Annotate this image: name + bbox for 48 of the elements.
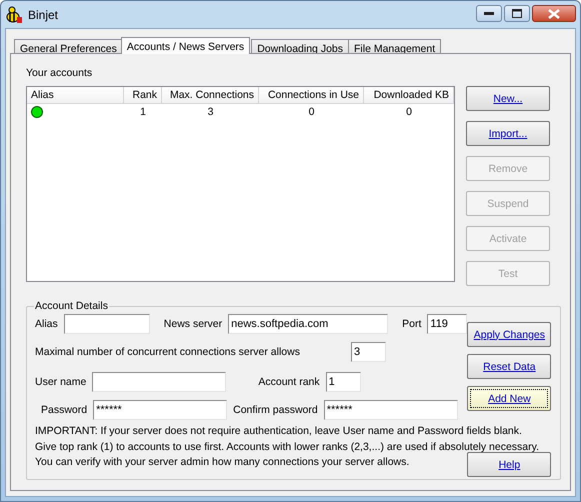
account-button[interactable]: Import... (466, 121, 550, 146)
details-button[interactable]: Apply Changes (467, 322, 552, 347)
field-label: User name (35, 376, 86, 388)
details-button[interactable]: Reset Data (467, 354, 552, 379)
column-header[interactable]: Connections in Use (259, 87, 364, 104)
column-header[interactable]: Max. Connections (162, 87, 259, 104)
close-button[interactable] (532, 5, 576, 22)
news-server-field[interactable]: news.softpedia.com (228, 314, 388, 334)
field-label: News server (164, 318, 222, 330)
notice-text: Give top rank (1) to accounts to use first. Accounts with lower ranks (2,3,...) are used if absolutely necessary. (35, 440, 540, 454)
details-button[interactable]: Add New (467, 386, 552, 411)
tab[interactable]: File Management (348, 39, 442, 53)
tab[interactable]: Accounts / News Servers (120, 37, 250, 54)
section-label: Your accounts (26, 67, 92, 79)
tab[interactable]: Downloading Jobs (251, 39, 349, 53)
window-title: Binjet (28, 8, 58, 22)
table-cell-text: 0 (405, 106, 413, 118)
bee-icon (5, 6, 23, 24)
table-cell-text: 0 (308, 106, 316, 118)
column-header[interactable]: Alias (27, 87, 124, 104)
field-label: Account rank (258, 376, 320, 388)
table-cell-text: 3 (206, 106, 214, 118)
close-icon (548, 8, 560, 18)
minimize-button[interactable] (476, 5, 502, 22)
column-header[interactable]: Rank (124, 87, 162, 104)
notice-text: You can verify with your server admin how many connections your server allows. (35, 455, 410, 470)
field-label: Password (41, 404, 88, 416)
field-label: Alias (35, 318, 58, 330)
notice-text: IMPORTANT: If your server does not require authentication, leave User name and Password fields blank. (35, 424, 523, 439)
field-label: Confirm password (233, 404, 318, 416)
account-rank-field[interactable]: 1 (326, 372, 361, 392)
group-title: Account Details (34, 300, 109, 312)
field-label: Port (402, 318, 422, 330)
column-header[interactable]: Downloaded KB (364, 87, 454, 104)
field-label: Maximal number of concurrent connections server allows (35, 346, 300, 358)
table-cell-text: 1 (139, 106, 147, 118)
maximize-icon (512, 9, 522, 18)
confirm-password-field[interactable]: ****** (324, 400, 458, 420)
port-field[interactable]: 119 (427, 314, 468, 334)
tab[interactable]: General Preferences (14, 39, 123, 53)
alias-field[interactable] (64, 314, 150, 334)
max-connections-field[interactable]: 3 (350, 342, 386, 362)
password-field[interactable]: ****** (93, 400, 228, 420)
user-name-field[interactable] (92, 372, 226, 392)
maximize-button[interactable] (504, 5, 530, 22)
help-button[interactable]: Help (467, 452, 552, 477)
account-button[interactable]: New... (466, 86, 550, 111)
minimize-icon (484, 12, 494, 16)
